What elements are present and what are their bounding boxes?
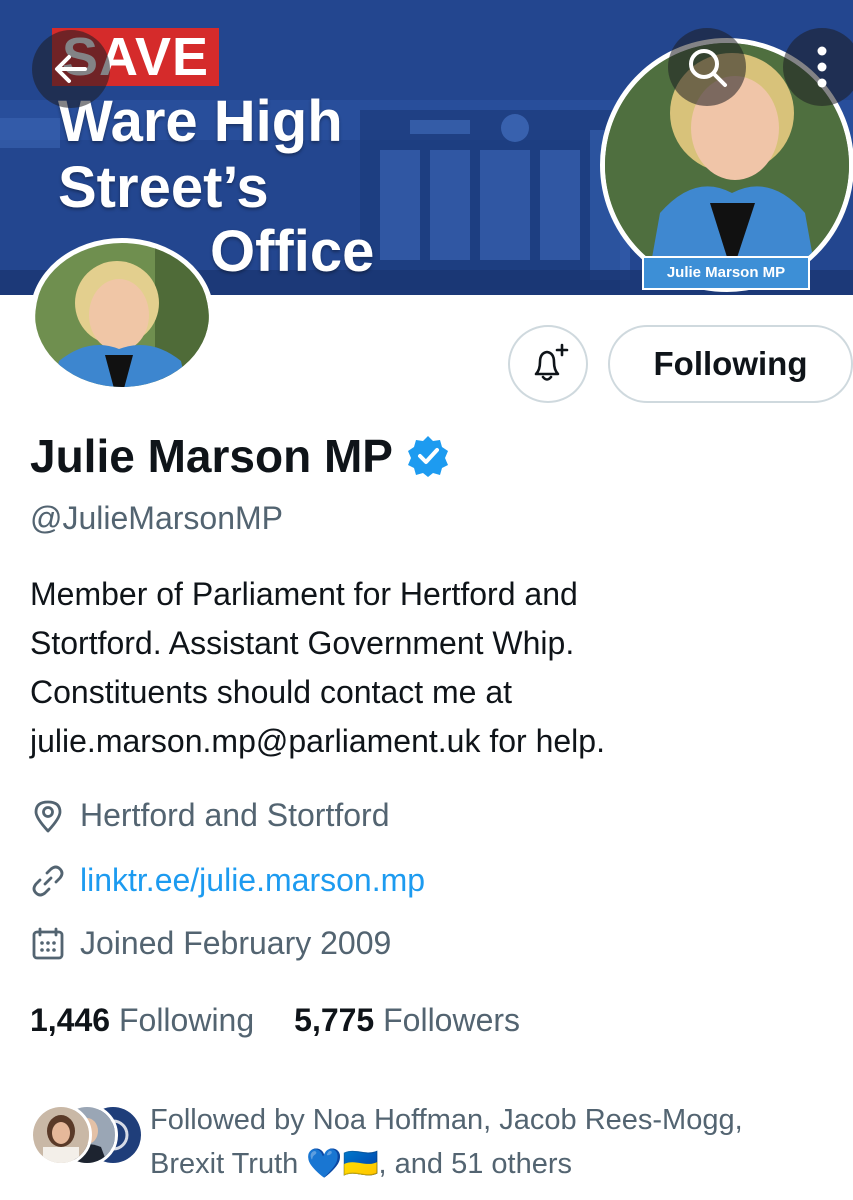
back-arrow-icon: [55, 55, 87, 83]
search-button[interactable]: [668, 28, 746, 106]
bio-line: Member of Parliament for Hertford and: [30, 576, 578, 612]
banner-headline-line1: Ware High: [58, 89, 343, 154]
link-icon: [32, 865, 64, 896]
joined-text: Joined February 2009: [80, 925, 392, 961]
follower-avatar: [30, 1104, 92, 1166]
profile-stats: 1,446 Following 5,775 Followers: [30, 1002, 560, 1039]
followers-count-link[interactable]: 5,775 Followers: [294, 1002, 520, 1039]
location-pin-icon: [34, 800, 62, 832]
followed-by-line2: Brexit Truth 💙🇺🇦, and 51 others: [150, 1142, 840, 1186]
more-options-button[interactable]: [783, 28, 853, 106]
back-button[interactable]: [32, 30, 110, 108]
profile-handle: @JulieMarsonMP: [30, 500, 283, 536]
notifications-button[interactable]: [508, 325, 588, 403]
banner-headline-line2: Street’s: [58, 155, 269, 220]
following-count-link[interactable]: 1,446 Following: [30, 1002, 254, 1039]
location-text: Hertford and Stortford: [80, 797, 390, 833]
profile-bio: Member of Parliament for Hertford and St…: [30, 570, 830, 766]
profile-joined-date: Joined February 2009: [30, 925, 391, 962]
followers-count: 5,775: [294, 1002, 375, 1038]
verified-badge-icon[interactable]: [407, 435, 449, 477]
following-button[interactable]: Following: [608, 325, 853, 403]
profile-website[interactable]: linktr.ee/julie.marson.mp: [30, 862, 425, 899]
profile-display-name: Julie Marson MP: [30, 430, 393, 482]
followed-by-row[interactable]: Followed by Noa Hoffman, Jacob Rees-Mogg…: [30, 1098, 840, 1186]
avatar-illustration: [35, 243, 209, 387]
followed-by-name: Brexit Truth: [150, 1148, 307, 1180]
profile-location: Hertford and Stortford: [30, 797, 389, 834]
bio-line: julie.marson.mp@parliament.uk for help.: [30, 723, 605, 759]
website-link[interactable]: linktr.ee/julie.marson.mp: [80, 862, 425, 899]
blue-heart-emoji: 💙: [306, 1148, 343, 1180]
followers-label: Followers: [383, 1002, 521, 1038]
ukraine-flag-emoji: 🇺🇦: [342, 1148, 379, 1180]
bell-plus-icon: [534, 343, 569, 381]
followed-by-avatars: [30, 1104, 144, 1168]
search-icon: [689, 49, 727, 87]
followed-by-text: Followed by Noa Hoffman, Jacob Rees-Mogg…: [150, 1098, 840, 1186]
bio-line: Stortford. Assistant Government Whip.: [30, 625, 575, 661]
following-label: Following: [118, 1002, 255, 1038]
followed-by-line1: Followed by Noa Hoffman, Jacob Rees-Mogg…: [150, 1104, 743, 1136]
profile-avatar[interactable]: [30, 238, 214, 392]
more-vertical-icon: [817, 46, 827, 88]
profile-name-row: Julie Marson MP: [30, 428, 449, 484]
followed-by-others: , and 51 others: [378, 1148, 573, 1180]
calendar-icon: [32, 927, 64, 959]
banner-headline-line3: Office: [210, 219, 375, 284]
following-count: 1,446: [30, 1002, 111, 1038]
banner-name-label: Julie Marson MP: [642, 256, 810, 290]
bio-line: Constituents should contact me at: [30, 674, 513, 710]
